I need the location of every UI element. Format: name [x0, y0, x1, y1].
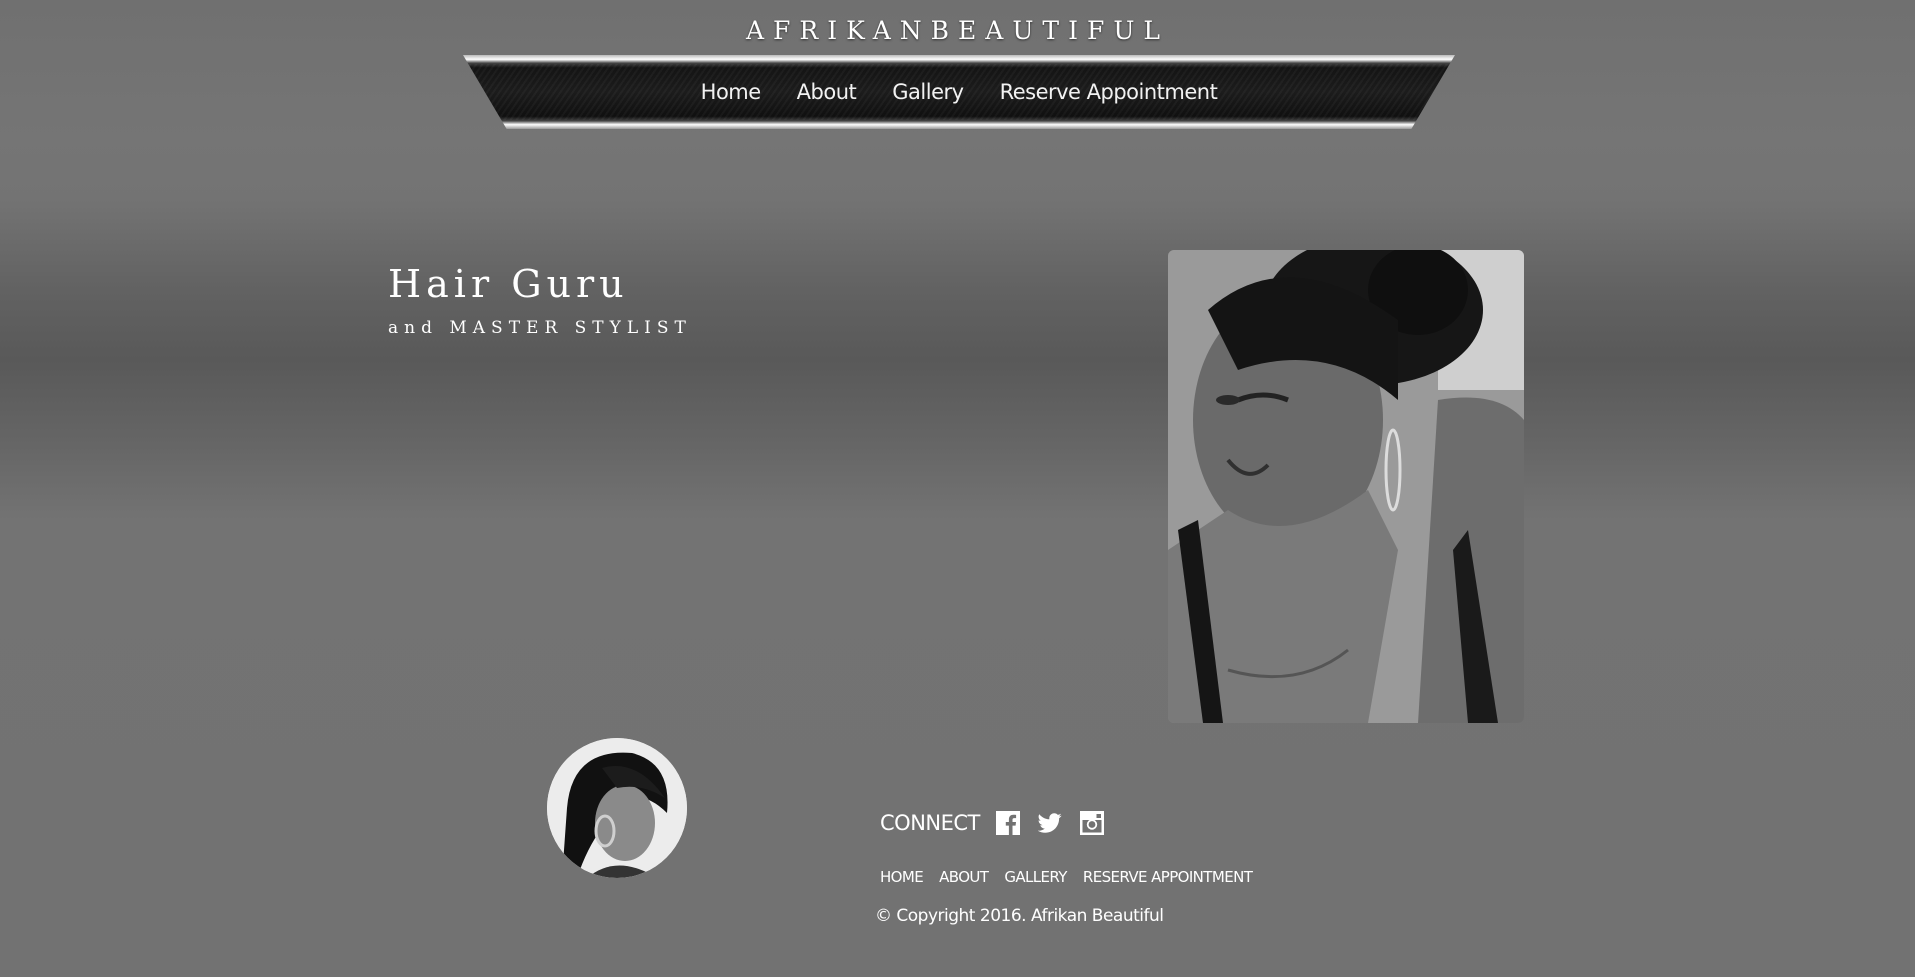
nav-about-link[interactable]: About	[797, 80, 857, 104]
stylist-avatar	[547, 738, 687, 878]
connect-label: CONNECT	[880, 811, 980, 835]
nav-gallery-link[interactable]: Gallery	[892, 80, 964, 104]
copyright-text: © Copyright 2016. Afrikan Beautiful	[875, 906, 1164, 926]
footer-about-link[interactable]: ABOUT	[939, 868, 989, 886]
footer-nav: HOME ABOUT GALLERY RESERVE APPOINTMENT	[880, 868, 1253, 886]
stylist-portrait-image	[1168, 250, 1524, 723]
main-nav: Home About Gallery Reserve Appointment	[463, 55, 1455, 129]
facebook-icon[interactable]	[995, 811, 1020, 835]
stylist-avatar-image	[547, 738, 687, 878]
footer-reserve-appointment-link[interactable]: RESERVE APPOINTMENT	[1083, 868, 1253, 886]
hero-subtitle: and MASTER STYLIST	[388, 318, 692, 338]
footer-home-link[interactable]: HOME	[880, 868, 924, 886]
nav-home-link[interactable]: Home	[701, 80, 762, 104]
hero-title: Hair Guru	[388, 262, 629, 306]
nav-links: Home About Gallery Reserve Appointment	[463, 55, 1455, 129]
stylist-portrait	[1168, 250, 1524, 723]
footer-gallery-link[interactable]: GALLERY	[1004, 868, 1067, 886]
twitter-icon[interactable]	[1037, 811, 1062, 835]
connect-section: CONNECT	[880, 811, 1122, 835]
site-title: AFRIKANBEAUTIFUL	[745, 16, 1169, 45]
nav-reserve-appointment-link[interactable]: Reserve Appointment	[1000, 80, 1218, 104]
instagram-icon[interactable]	[1079, 811, 1104, 835]
